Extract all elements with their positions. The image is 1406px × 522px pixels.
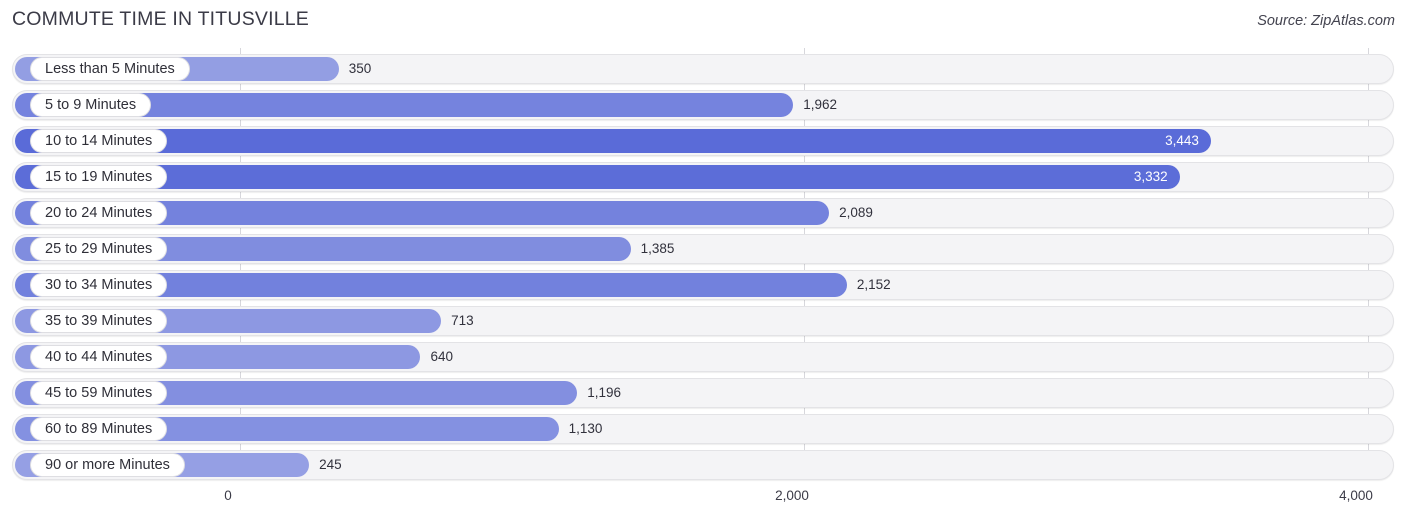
category-label: 15 to 19 Minutes (30, 165, 168, 189)
bar-row[interactable]: 640 40 to 44 Minutes (12, 342, 1394, 372)
category-label: 90 or more Minutes (30, 453, 185, 477)
page-title: COMMUTE TIME IN TITUSVILLE (12, 8, 310, 30)
bar-value-label: 640 (430, 349, 453, 364)
bar-row[interactable]: 3,443 10 to 14 Minutes (12, 126, 1394, 156)
category-label: 30 to 34 Minutes (30, 273, 168, 297)
category-label: 20 to 24 Minutes (30, 201, 168, 225)
x-axis-tick-label: 0 (224, 488, 232, 503)
category-label: Less than 5 Minutes (30, 57, 190, 81)
category-label: 60 to 89 Minutes (30, 417, 168, 441)
category-label: 35 to 39 Minutes (30, 309, 168, 333)
bar-value-label: 350 (348, 61, 372, 76)
bar-row[interactable]: 1,130 60 to 89 Minutes (12, 414, 1394, 444)
chart-plot-area: 350 Less than 5 Minutes 1,962 5 to 9 Minute… (0, 46, 1406, 482)
bar-value-label: 1,130 (568, 421, 603, 436)
bar-row[interactable]: 3,332 15 to 19 Minutes (12, 162, 1394, 192)
bar-row[interactable]: 2,089 20 to 24 Minutes (12, 198, 1394, 228)
bar-value-label: 3,332 (1133, 169, 1168, 184)
bar-row[interactable]: 2,152 30 to 34 Minutes (12, 270, 1394, 300)
bar-row[interactable]: 350 Less than 5 Minutes (12, 54, 1394, 84)
category-label: 5 to 9 Minutes (30, 93, 152, 117)
value-bar[interactable]: 3,332 (15, 165, 1180, 189)
bar-row[interactable]: 1,962 5 to 9 Minutes (12, 90, 1394, 120)
bar-value-label: 1,196 (587, 385, 622, 400)
value-bar[interactable]: 3,443 (15, 129, 1211, 153)
x-axis: 0 2,000 4,000 (0, 482, 1406, 522)
source-attribution: Source: ZipAtlas.com (1257, 13, 1395, 29)
x-axis-tick-label: 4,000 (1339, 488, 1373, 503)
bar-value-label: 2,152 (856, 277, 891, 292)
category-label: 45 to 59 Minutes (30, 381, 168, 405)
bar-value-label: 1,962 (803, 97, 838, 112)
bar-row[interactable]: 1,385 25 to 29 Minutes (12, 234, 1394, 264)
x-axis-tick-label: 2,000 (775, 488, 809, 503)
bar-value-label: 2,089 (839, 205, 873, 220)
category-label: 40 to 44 Minutes (30, 345, 168, 369)
bar-rows: 350 Less than 5 Minutes 1,962 5 to 9 Minute… (0, 46, 1406, 482)
category-label: 25 to 29 Minutes (30, 237, 168, 261)
bar-row[interactable]: 713 35 to 39 Minutes (12, 306, 1394, 336)
bar-value-label: 1,385 (640, 241, 675, 256)
category-label: 10 to 14 Minutes (30, 129, 168, 153)
bar-value-label: 245 (319, 457, 342, 472)
bar-row[interactable]: 1,196 45 to 59 Minutes (12, 378, 1394, 408)
chart-header: COMMUTE TIME IN TITUSVILLE Source: ZipAt… (0, 0, 1406, 46)
bar-row[interactable]: 245 90 or more Minutes (12, 450, 1394, 480)
bar-value-label: 3,443 (1165, 133, 1199, 148)
bar-value-label: 713 (451, 313, 474, 328)
